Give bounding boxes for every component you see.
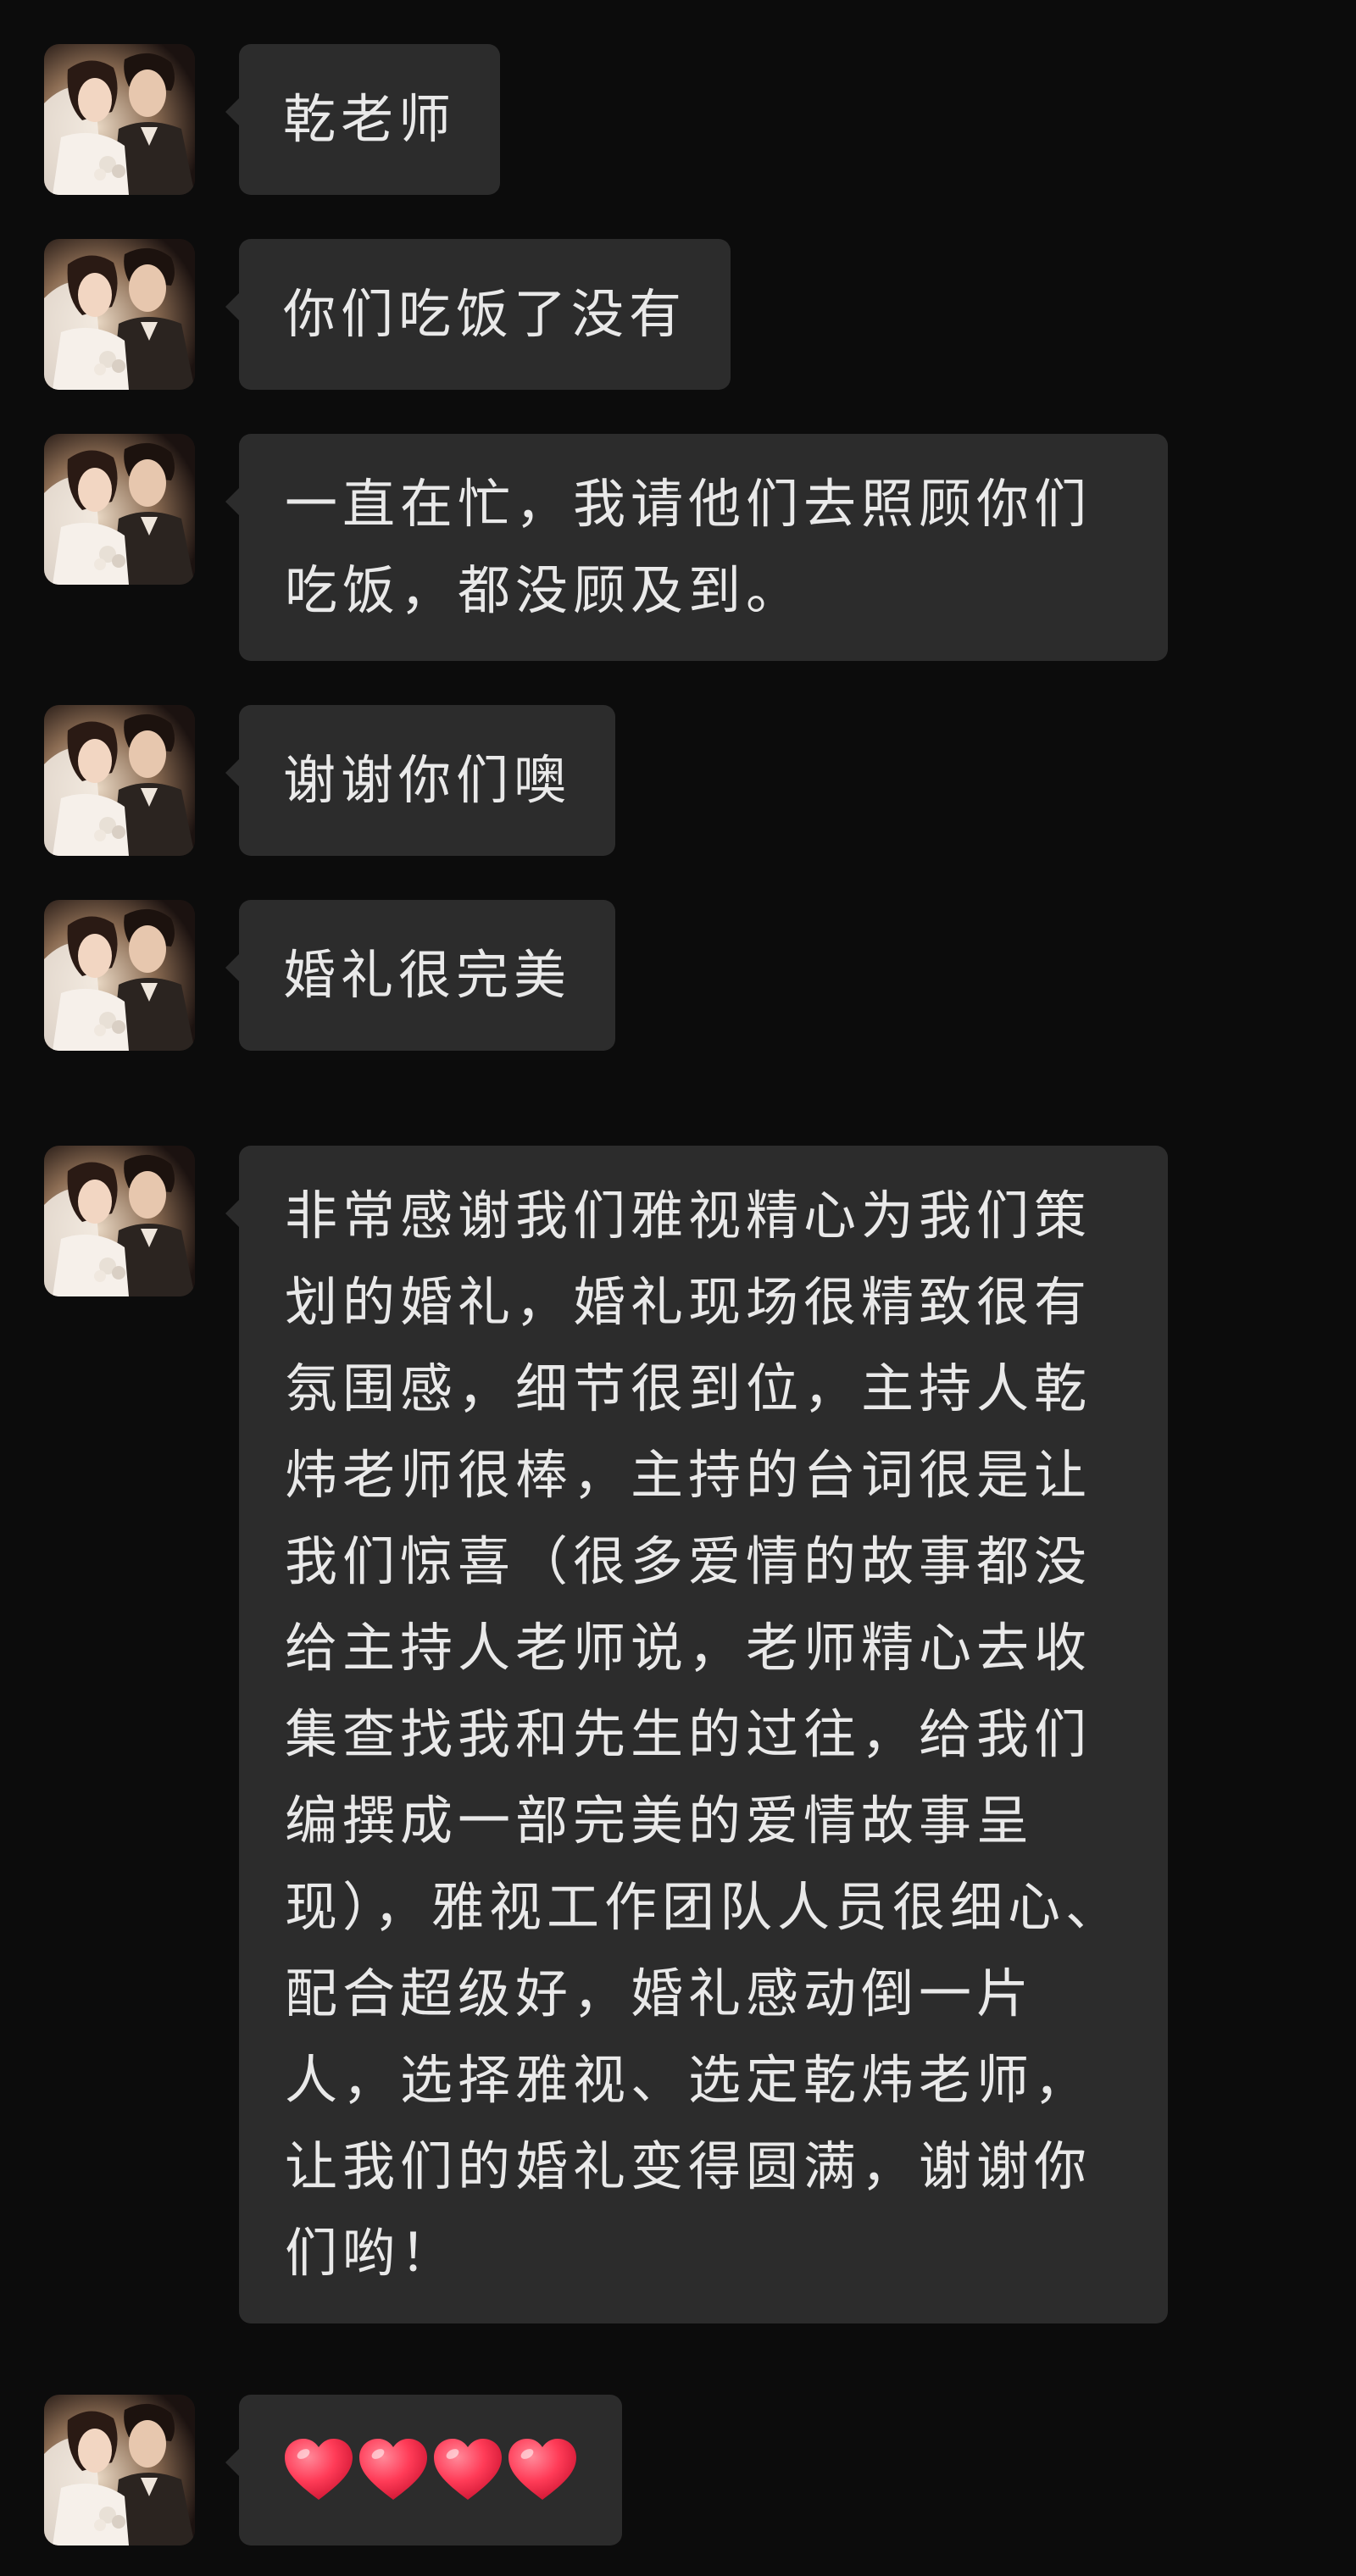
- avatar[interactable]: [44, 1146, 195, 1296]
- avatar[interactable]: [44, 705, 195, 856]
- avatar[interactable]: [44, 434, 195, 585]
- couple-photo-icon: [44, 2395, 195, 2545]
- avatar[interactable]: [44, 2395, 195, 2545]
- heart-emoji-icon: [283, 2437, 354, 2503]
- message-bubble[interactable]: 谢谢你们噢: [225, 705, 616, 856]
- couple-photo-icon: [44, 434, 195, 585]
- heart-emoji-icon: [358, 2437, 429, 2503]
- message-bubble[interactable]: 你们吃饭了没有: [225, 239, 731, 390]
- avatar[interactable]: [44, 900, 195, 1051]
- avatar[interactable]: [44, 239, 195, 390]
- heart-emoji-icon: [432, 2437, 503, 2503]
- couple-photo-icon: [44, 705, 195, 856]
- avatar[interactable]: [44, 44, 195, 195]
- couple-photo-icon: [44, 44, 195, 195]
- couple-photo-icon: [44, 1146, 195, 1296]
- message-bubble[interactable]: 乾老师: [225, 44, 501, 195]
- heart-emoji-icon: [507, 2437, 578, 2503]
- message-bubble[interactable]: 一直在忙，我请他们去照顾你们吃饭，都没顾及到。: [225, 434, 1168, 661]
- message-bubble[interactable]: 非常感谢我们雅视精心为我们策划的婚礼，婚礼现场很精致很有氛围感，细节很到位，主持…: [225, 1146, 1168, 2323]
- message-bubble[interactable]: 婚礼很完美: [225, 900, 616, 1051]
- message-bubble[interactable]: [225, 2395, 622, 2545]
- couple-photo-icon: [44, 900, 195, 1051]
- couple-photo-icon: [44, 239, 195, 390]
- emoji-row: [283, 2395, 578, 2545]
